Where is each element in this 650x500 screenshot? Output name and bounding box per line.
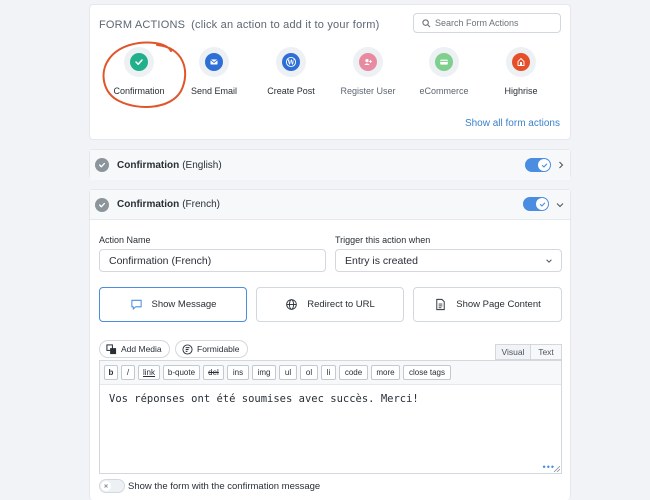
search-icon <box>422 18 431 27</box>
action-icon-bg <box>506 47 536 77</box>
email-icon <box>205 53 223 71</box>
message-editor[interactable]: b / link b-quote del ins img ul ol li co… <box>99 360 562 474</box>
qt-img-button[interactable]: img <box>252 365 276 380</box>
action-confirmation[interactable]: Confirmation <box>100 47 178 96</box>
tab-visual[interactable]: Visual <box>495 344 531 360</box>
confirmation-english-header[interactable]: Confirmation (English) <box>90 150 570 180</box>
message-text[interactable]: Vos réponses ont été soumises avec succè… <box>109 393 419 405</box>
action-name-lang: (French) <box>171 254 212 267</box>
action-label: eCommerce <box>419 86 469 96</box>
action-highrise[interactable]: Highrise <box>482 47 560 96</box>
checkmark-icon <box>95 158 109 172</box>
action-label: Create Post <box>267 86 315 96</box>
action-icon-bg: W <box>276 47 306 77</box>
resize-handle-icon[interactable] <box>554 466 560 472</box>
action-title: Confirmation <box>117 159 180 171</box>
action-lang: (French) <box>182 199 221 210</box>
show-page-content-button[interactable]: Show Page Content <box>413 287 562 322</box>
action-create-post[interactable]: W Create Post <box>252 47 330 96</box>
wordpress-icon: W <box>282 53 300 71</box>
qt-code-button[interactable]: code <box>339 365 368 380</box>
confirmation-english-title: Confirmation (English) <box>117 160 222 171</box>
action-ecommerce[interactable]: eCommerce <box>405 47 483 96</box>
document-icon <box>436 298 445 311</box>
qt-bold-button[interactable]: b <box>104 365 118 380</box>
formidable-button[interactable]: Formidable <box>175 340 248 358</box>
checkmark-icon <box>95 197 109 212</box>
qt-bquote-button[interactable]: b-quote <box>163 365 200 380</box>
credit-card-icon <box>435 53 453 71</box>
highrise-icon <box>512 53 530 71</box>
action-title: Confirmation <box>117 199 180 210</box>
tab-text[interactable]: Text <box>531 344 562 360</box>
formidable-label: Formidable <box>197 344 240 354</box>
trigger-label: Trigger this action when <box>335 235 431 245</box>
type-label: Show Message <box>151 299 217 310</box>
chevron-right-icon[interactable] <box>556 160 566 170</box>
form-actions-panel: FORM ACTIONS (click an action to add it t… <box>89 4 571 140</box>
add-media-label: Add Media <box>121 344 162 354</box>
form-actions-heading: FORM ACTIONS <box>99 19 186 31</box>
toggle-knob <box>101 481 111 491</box>
trigger-select[interactable]: Entry is created <box>335 249 562 272</box>
qt-close-tags-button[interactable]: close tags <box>403 365 451 380</box>
search-form-actions[interactable] <box>413 13 561 33</box>
qt-del-button[interactable]: del <box>203 365 224 380</box>
qt-more-button[interactable]: more <box>371 365 400 380</box>
action-label: Send Email <box>190 86 238 96</box>
qt-ul-button[interactable]: ul <box>279 365 297 380</box>
show-all-form-actions-link[interactable]: Show all form actions <box>465 118 560 129</box>
confirmation-english-panel: Confirmation (English) <box>89 149 571 180</box>
toggle-knob <box>536 198 548 210</box>
action-icon-bg <box>353 47 383 77</box>
action-name-input[interactable]: Confirmation (French) <box>99 249 326 272</box>
svg-text:W: W <box>286 58 295 66</box>
add-media-button[interactable]: Add Media <box>99 340 170 358</box>
action-icon-bg <box>429 47 459 77</box>
message-icon <box>130 299 142 310</box>
qt-ins-button[interactable]: ins <box>227 365 249 380</box>
action-label: Confirmation <box>113 86 165 96</box>
confirmation-english-toggle[interactable] <box>525 158 551 172</box>
trigger-value: Entry is created <box>345 254 418 267</box>
editor-toolbar: b / link b-quote del ins img ul ol li co… <box>100 361 561 385</box>
action-name-value: Confirmation <box>109 254 169 267</box>
chevron-down-icon[interactable] <box>555 200 565 210</box>
globe-icon <box>286 299 297 310</box>
confirmation-french-panel: Confirmation (French) Action Name Confirm… <box>89 189 571 500</box>
action-send-email[interactable]: Send Email <box>175 47 253 96</box>
search-input[interactable] <box>435 18 555 28</box>
action-icon-bg <box>199 47 229 77</box>
form-actions-hint: (click an action to add it to your form) <box>191 19 380 31</box>
add-user-icon <box>359 53 377 71</box>
qt-italic-button[interactable]: / <box>121 365 135 380</box>
action-label: Register User <box>340 86 396 96</box>
chevron-down-icon <box>546 259 552 263</box>
toggle-knob <box>538 159 550 171</box>
media-icon <box>106 343 117 354</box>
qt-ol-button[interactable]: ol <box>300 365 318 380</box>
show-form-toggle[interactable] <box>99 479 125 493</box>
formidable-icon <box>182 343 193 355</box>
qt-li-button[interactable]: li <box>321 365 336 380</box>
action-label: Highrise <box>504 86 538 96</box>
qt-link-button[interactable]: link <box>138 365 160 380</box>
type-label: Show Page Content <box>456 299 541 310</box>
form-actions-title: FORM ACTIONS (click an action to add it t… <box>99 19 379 31</box>
action-name-label: Action Name <box>99 235 151 245</box>
redirect-to-url-button[interactable]: Redirect to URL <box>256 287 404 322</box>
confirmation-french-header[interactable]: Confirmation (French) <box>90 190 570 220</box>
action-lang: (English) <box>182 159 222 171</box>
type-label: Redirect to URL <box>307 299 375 310</box>
checkmark-icon <box>130 53 148 71</box>
show-form-label: Show the form with the confirmation mess… <box>128 481 321 492</box>
show-message-button[interactable]: Show Message <box>99 287 247 322</box>
action-icon-bg <box>124 47 154 77</box>
confirmation-french-title: Confirmation (French) <box>117 199 220 210</box>
action-register-user[interactable]: Register User <box>329 47 407 96</box>
confirmation-french-toggle[interactable] <box>523 197 549 211</box>
